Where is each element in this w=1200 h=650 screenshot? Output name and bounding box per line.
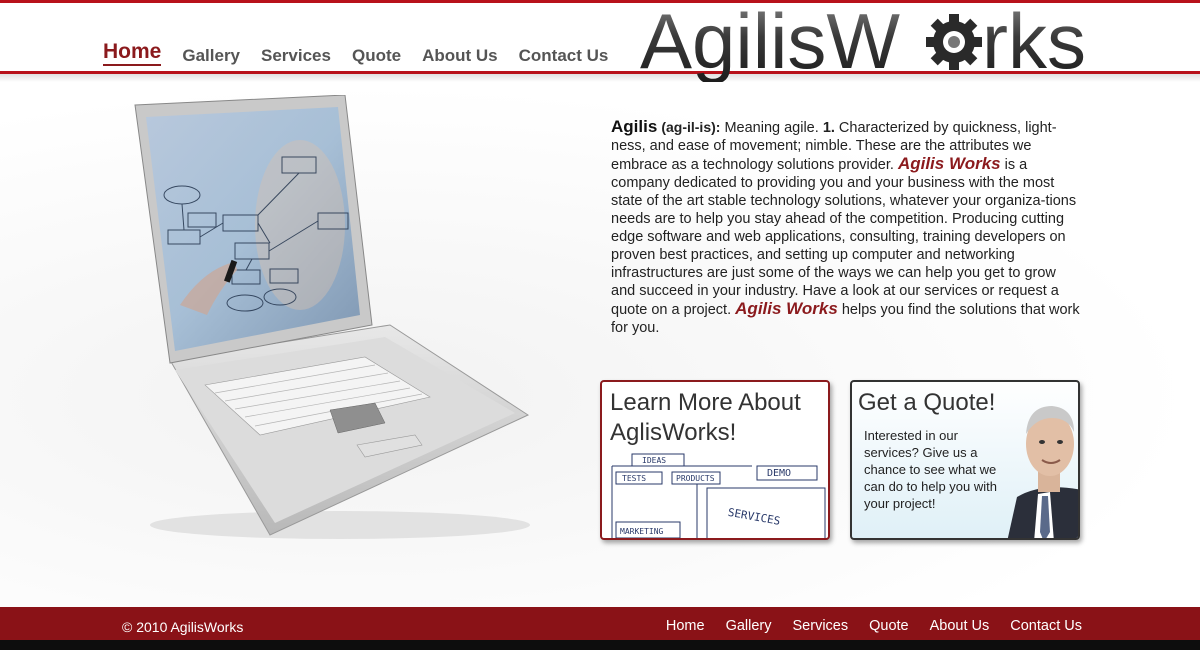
diagram-label-marketing: MARKETING <box>620 527 664 536</box>
nav-contact-us[interactable]: Contact Us <box>519 46 609 66</box>
footer-link-contact-us[interactable]: Contact Us <box>1010 618 1082 634</box>
intro-text-3: is a company dedicated to providing you … <box>611 157 1077 318</box>
nav-services[interactable]: Services <box>261 46 331 66</box>
nav-gallery[interactable]: Gallery <box>182 46 240 66</box>
brand-name: Agilis Works <box>735 299 838 318</box>
definition-term: Agilis <box>611 117 658 136</box>
nav-quote[interactable]: Quote <box>352 46 401 66</box>
diagram-label-tests: TESTS <box>622 474 646 483</box>
learn-more-card[interactable]: Learn More About AglisWorks! IDEAS TESTS… <box>600 380 830 540</box>
get-quote-title: Get a Quote! <box>858 389 996 416</box>
definition-number: 1. <box>822 120 835 136</box>
diagram-label-ideas: IDEAS <box>642 456 666 465</box>
diagram-label-products: PRODUCTS <box>676 474 715 483</box>
agilisworks-logo[interactable]: AgilisW rks <box>640 0 1102 82</box>
intro-text: Agilis (ag-il-is): Meaning agile. 1. Cha… <box>611 118 1081 337</box>
planning-diagram-image: IDEAS TESTS PRODUCTS DEMO SERVICES MARKE… <box>611 453 826 538</box>
copyright-text: © 2010 AgilisWorks <box>122 619 244 635</box>
gear-icon <box>926 14 982 70</box>
footer-link-home[interactable]: Home <box>666 618 705 634</box>
diagram-label-services: SERVICES <box>727 506 781 528</box>
definition-pronunciation: (ag-il-is): <box>661 119 721 135</box>
learn-more-title: Learn More About AglisWorks! <box>610 389 801 446</box>
brand-name: Agilis Works <box>897 154 1001 173</box>
intro-text-1: Meaning agile. <box>720 120 823 136</box>
get-quote-card[interactable]: Get a Quote! Interested in our services?… <box>850 380 1080 540</box>
nav-home[interactable]: Home <box>103 40 162 66</box>
diagram-label-demo: DEMO <box>767 468 791 479</box>
footer-link-about-us[interactable]: About Us <box>930 618 990 634</box>
footer-link-gallery[interactable]: Gallery <box>726 618 772 634</box>
laptop-image <box>134 95 530 539</box>
main-nav: Home Gallery Services Quote About Us Con… <box>103 40 629 66</box>
logo-text-left: AgilisW <box>640 0 900 82</box>
nav-about-us[interactable]: About Us <box>422 46 498 66</box>
footer-link-services[interactable]: Services <box>793 618 849 634</box>
logo-text-right: rks <box>982 0 1086 82</box>
footer-nav: Home Gallery Services Quote About Us Con… <box>645 618 1082 634</box>
businessman-photo <box>1007 406 1078 538</box>
footer-link-quote[interactable]: Quote <box>869 618 909 634</box>
footer-bottom-bar <box>0 640 1200 650</box>
get-quote-text: Interested in our services? Give us a ch… <box>864 428 997 511</box>
